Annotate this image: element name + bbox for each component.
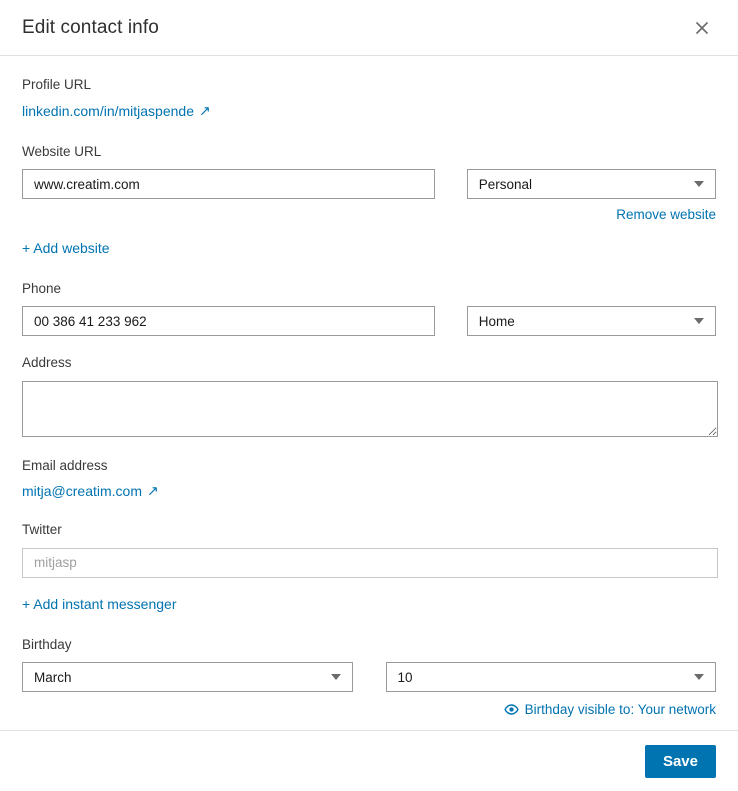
profile-url-link[interactable]: linkedin.com/in/mitjaspende ↗ — [22, 102, 211, 119]
remove-website-link[interactable]: Remove website — [616, 208, 716, 222]
birthday-visibility-text: Birthday visible to: Your network — [524, 702, 716, 717]
remove-website-row: Remove website — [22, 208, 716, 222]
dialog-body: Profile URL linkedin.com/in/mitjaspende … — [0, 56, 738, 730]
website-label: Website URL — [22, 143, 102, 159]
page-title: Edit contact info — [22, 17, 159, 38]
birthday-group: Birthday March 10 Birthday visible to: Y… — [22, 636, 716, 717]
birthday-day-select[interactable]: 10 — [385, 662, 716, 692]
save-button[interactable]: Save — [644, 744, 716, 778]
close-button[interactable] — [682, 8, 722, 48]
website-type-value: Personal — [478, 176, 533, 192]
email-label: Email address — [22, 457, 108, 473]
birthday-month-select[interactable]: March — [22, 662, 353, 692]
phone-type-select[interactable]: Home — [466, 306, 716, 336]
website-group: Website URL Personal Remove website — [22, 143, 716, 222]
website-row: Personal — [22, 169, 716, 199]
birthday-day-value: 10 — [397, 669, 413, 685]
birthday-month-value: March — [34, 669, 72, 685]
phone-input[interactable] — [22, 306, 435, 336]
chevron-down-icon — [694, 674, 704, 680]
birthday-label: Birthday — [22, 636, 72, 652]
add-instant-messenger-link[interactable]: + Add instant messenger — [22, 597, 177, 611]
dialog-header: Edit contact info — [0, 0, 738, 56]
external-link-icon: ↗ — [198, 102, 211, 118]
email-link[interactable]: mitja@creatim.com ↗ — [22, 482, 159, 499]
profile-url-text: linkedin.com/in/mitjaspende — [22, 102, 194, 119]
phone-group: Phone Home — [22, 280, 716, 336]
chevron-down-icon — [694, 318, 704, 324]
address-group: Address — [22, 355, 718, 437]
add-website-link[interactable]: + Add website — [22, 241, 110, 255]
website-input[interactable] — [22, 169, 435, 199]
twitter-label: Twitter — [22, 522, 62, 537]
twitter-group: Twitter — [22, 522, 718, 578]
chevron-down-icon — [694, 181, 704, 187]
email-text: mitja@creatim.com — [22, 483, 143, 499]
close-icon — [692, 18, 712, 38]
profile-url-group: Profile URL linkedin.com/in/mitjaspende … — [22, 78, 716, 121]
phone-label: Phone — [22, 280, 62, 296]
twitter-input[interactable] — [22, 547, 718, 578]
website-type-select[interactable]: Personal — [466, 169, 716, 199]
dialog-footer: Save — [0, 730, 738, 791]
external-link-icon: ↗ — [147, 482, 159, 499]
address-textarea[interactable] — [22, 380, 718, 437]
address-label: Address — [22, 355, 72, 370]
eye-icon — [504, 702, 519, 717]
edit-contact-info-dialog: Edit contact info Profile URL linkedin.c… — [0, 0, 738, 791]
phone-row: Home — [22, 306, 716, 336]
phone-type-value: Home — [478, 313, 515, 329]
chevron-down-icon — [330, 674, 341, 680]
profile-url-label: Profile URL — [22, 77, 92, 92]
birthday-visibility-control[interactable]: Birthday visible to: Your network — [504, 702, 716, 717]
birthday-row: March 10 — [22, 662, 716, 692]
birthday-visibility-row: Birthday visible to: Your network — [22, 702, 716, 717]
email-group: Email address mitja@creatim.com ↗ — [22, 457, 716, 502]
